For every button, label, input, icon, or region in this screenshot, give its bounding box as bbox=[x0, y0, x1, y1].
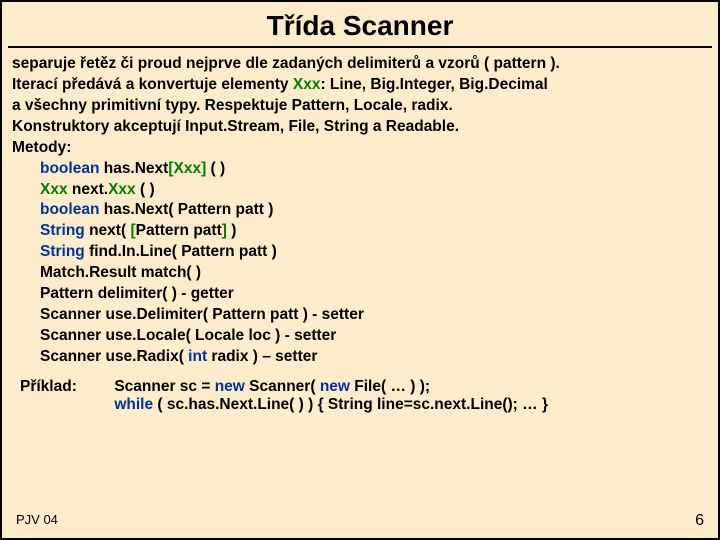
text: File( bbox=[350, 378, 390, 395]
text: Scanner sc = bbox=[114, 378, 214, 395]
method-row: String find.In.Line( Pattern patt ) bbox=[40, 242, 708, 263]
method-row: Scanner use.Locale( Locale loc ) - sette… bbox=[40, 326, 708, 347]
text: ( ) bbox=[136, 181, 155, 198]
intro-line-4: Konstruktory akceptují Input.Stream, Fil… bbox=[12, 117, 708, 138]
method-row: Xxx next.Xxx ( ) bbox=[40, 180, 708, 201]
type-keyword: boolean bbox=[40, 201, 99, 218]
text: ) ); bbox=[406, 378, 430, 395]
text: next( bbox=[85, 222, 131, 239]
page-number: 6 bbox=[695, 512, 704, 530]
text: Iterací předává a konvertuje elementy bbox=[12, 76, 293, 93]
text: ( sc.has.Next.Line( ) ) { String line=sc… bbox=[153, 396, 522, 413]
method-row: boolean has.Next[Xxx] ( ) bbox=[40, 159, 708, 180]
intro-line-2: Iterací předává a konvertuje elementy Xx… bbox=[12, 75, 708, 96]
method-row: boolean has.Next( Pattern patt ) bbox=[40, 200, 708, 221]
text: Scanner( bbox=[245, 378, 320, 395]
method-row: Scanner use.Delimiter( Pattern patt ) - … bbox=[40, 305, 708, 326]
text: ) bbox=[227, 222, 236, 239]
methods-block: boolean has.Next[Xxx] ( ) Xxx next.Xxx (… bbox=[12, 159, 708, 368]
method-row: Match.Result match( ) bbox=[40, 263, 708, 284]
slide-footer: PJV 04 6 bbox=[16, 512, 704, 530]
slide: Třída Scanner separuje řetěz či proud ne… bbox=[0, 0, 720, 540]
intro-line-5: Metody: bbox=[12, 138, 708, 159]
footer-left: PJV 04 bbox=[16, 512, 58, 527]
xxx-keyword: Xxx bbox=[293, 76, 321, 93]
type-keyword: String bbox=[40, 222, 85, 239]
example-label: Příklad: bbox=[20, 378, 110, 396]
type-keyword: boolean bbox=[40, 160, 99, 177]
ellipsis: … bbox=[390, 378, 406, 395]
slide-title: Třída Scanner bbox=[8, 2, 712, 48]
method-row: String next( [Pattern patt] ) bbox=[40, 221, 708, 242]
text: : Line, Big.Integer, Big.Decimal bbox=[320, 76, 547, 93]
xxx-keyword: Xxx bbox=[40, 181, 68, 198]
xxx-keyword: Xxx bbox=[108, 181, 136, 198]
text: next. bbox=[68, 181, 108, 198]
example-block: Příklad: Scanner sc = new Scanner( new F… bbox=[2, 368, 718, 414]
new-keyword: new bbox=[320, 378, 350, 395]
while-keyword: while bbox=[114, 396, 153, 413]
text: ( ) bbox=[206, 160, 225, 177]
slide-content: separuje řetěz či proud nejprve dle zada… bbox=[2, 48, 718, 368]
intro-line-1: separuje řetěz či proud nejprve dle zada… bbox=[12, 54, 708, 75]
text: has.Next( Pattern patt ) bbox=[99, 201, 273, 218]
intro-line-3: a všechny primitivní typy. Respektuje Pa… bbox=[12, 96, 708, 117]
text: Pattern patt bbox=[136, 222, 222, 239]
method-row: Scanner use.Radix( int radix ) – setter bbox=[40, 347, 708, 368]
text: find.In.Line( Pattern patt ) bbox=[85, 243, 277, 260]
method-row: Pattern delimiter( ) - getter bbox=[40, 284, 708, 305]
type-keyword: int bbox=[188, 348, 207, 365]
new-keyword: new bbox=[215, 378, 245, 395]
text: } bbox=[538, 396, 548, 413]
example-body: Scanner sc = new Scanner( new File( … ) … bbox=[114, 378, 548, 414]
type-keyword: String bbox=[40, 243, 85, 260]
ellipsis: … bbox=[522, 396, 538, 413]
text: has.Next bbox=[99, 160, 168, 177]
text: Scanner use.Radix( bbox=[40, 348, 188, 365]
text: radix ) – setter bbox=[207, 348, 317, 365]
xxx-keyword: [Xxx] bbox=[168, 160, 206, 177]
